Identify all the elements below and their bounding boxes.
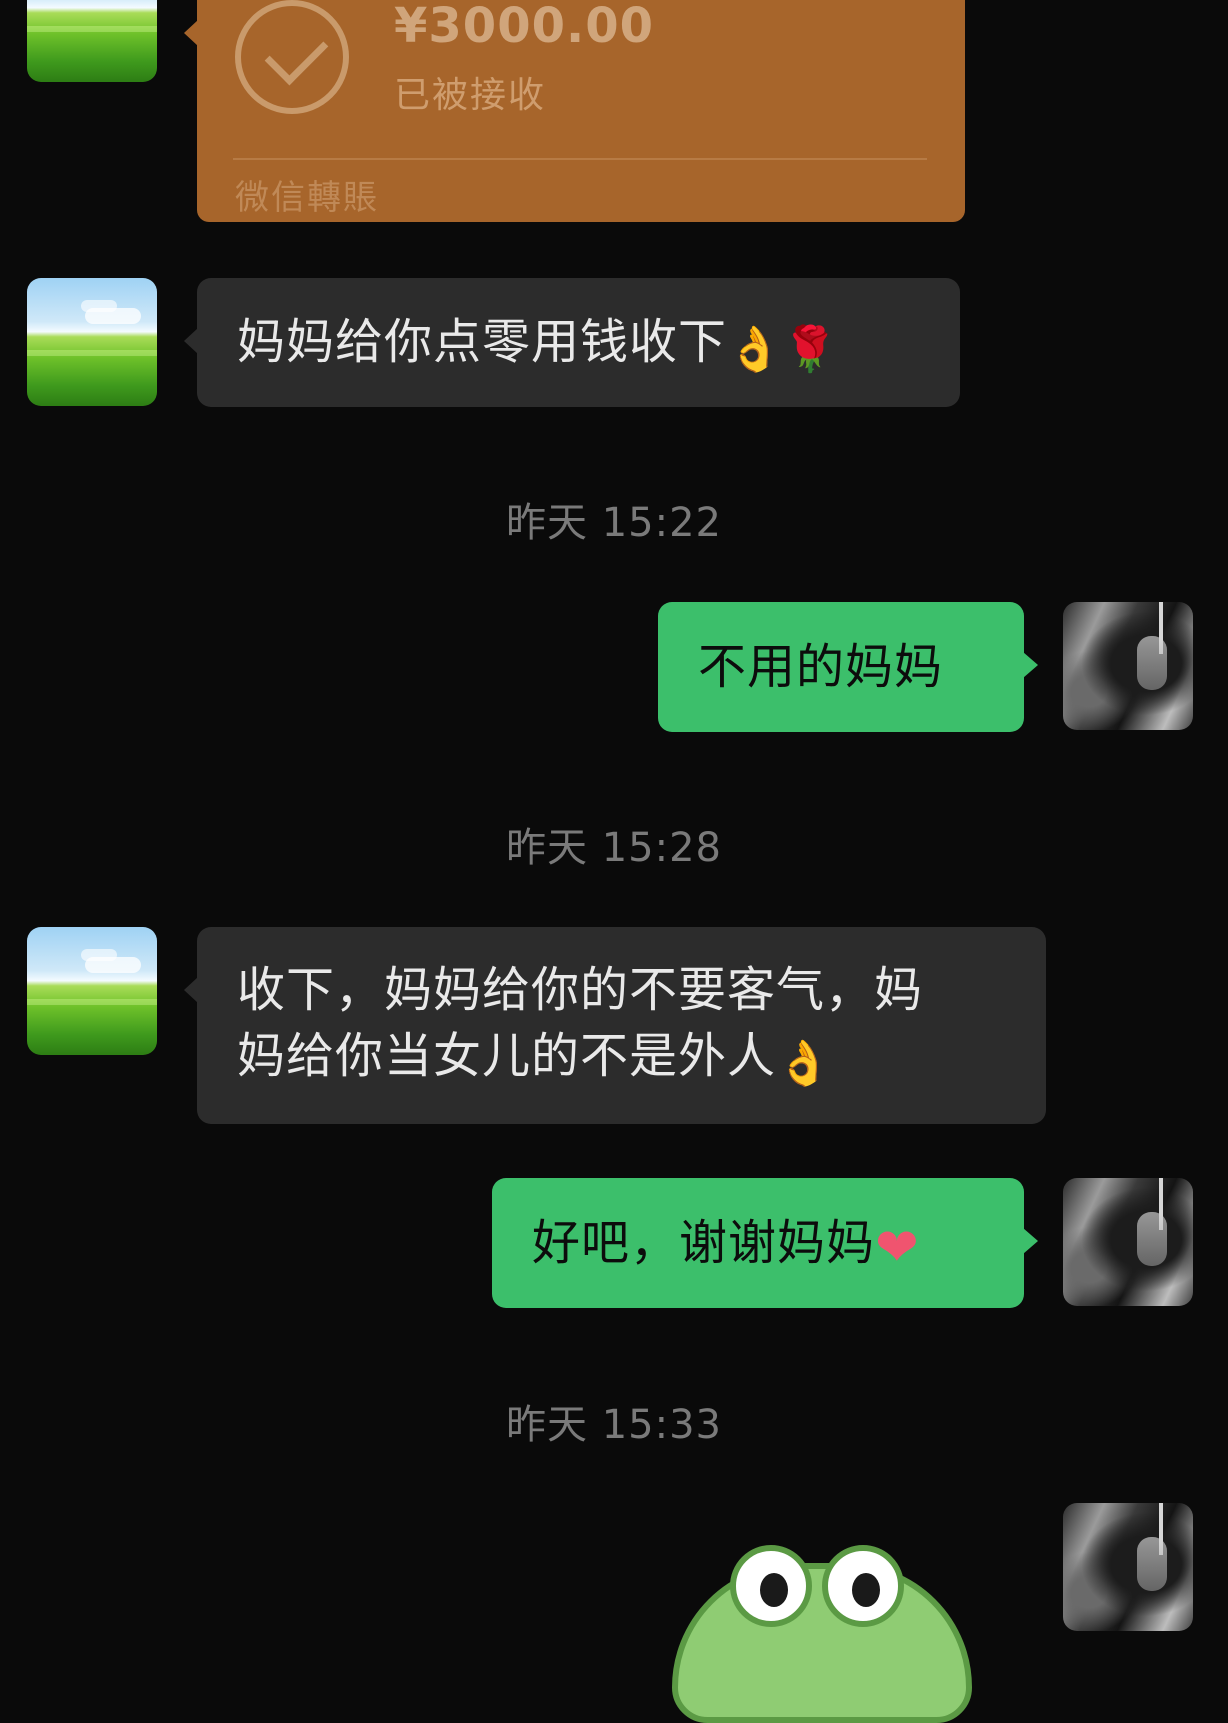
transfer-status: 已被接收 <box>394 75 547 116</box>
frog-eye <box>822 1545 904 1627</box>
my-avatar[interactable] <box>1063 602 1193 730</box>
transfer-card[interactable]: ¥3000.00 已被接收 微信轉賬 <box>184 0 965 222</box>
message-text-line: 妈给你当女儿的不是外人 <box>237 1028 777 1084</box>
timestamp: 昨天 15:28 <box>506 825 722 871</box>
message-text: 不用的妈妈 <box>698 639 944 695</box>
message-text: 好吧，谢谢妈妈 <box>532 1215 876 1271</box>
hand-emoji-icon: 👌 <box>776 1038 832 1089</box>
frog-sticker[interactable] <box>672 1545 972 1723</box>
my-avatar[interactable] <box>1063 1178 1193 1306</box>
message-text-line: 收下，妈妈给你的不要客气，妈 <box>237 962 924 1018</box>
message-text: 妈妈给你点零用钱收下 <box>237 314 728 370</box>
transfer-label: 微信轉賬 <box>235 178 379 218</box>
message-bubble-incoming[interactable]: 妈妈给你点零用钱收下👌🌹 <box>184 278 960 407</box>
frog-eye <box>730 1545 812 1627</box>
check-circle-icon <box>235 0 349 114</box>
timestamp: 昨天 15:33 <box>506 1402 722 1448</box>
message-bubble-outgoing[interactable]: 不用的妈妈 <box>658 602 1038 732</box>
my-avatar[interactable] <box>1063 1503 1193 1631</box>
contact-avatar[interactable] <box>27 278 157 406</box>
transfer-divider <box>233 158 927 160</box>
rose-emoji-icon: 🌹 <box>782 324 839 375</box>
transfer-amount: ¥3000.00 <box>394 0 655 54</box>
message-bubble-outgoing[interactable]: 好吧，谢谢妈妈❤ <box>492 1178 1038 1308</box>
heart-emoji-icon: ❤ <box>875 1218 920 1278</box>
contact-avatar[interactable] <box>27 927 157 1055</box>
timestamp: 昨天 15:22 <box>506 500 722 546</box>
contact-avatar[interactable] <box>27 0 157 82</box>
message-bubble-incoming[interactable]: 收下，妈妈给你的不要客气，妈 妈给你当女儿的不是外人👌 <box>184 927 1046 1124</box>
hand-emoji-icon: 👌 <box>727 324 783 375</box>
